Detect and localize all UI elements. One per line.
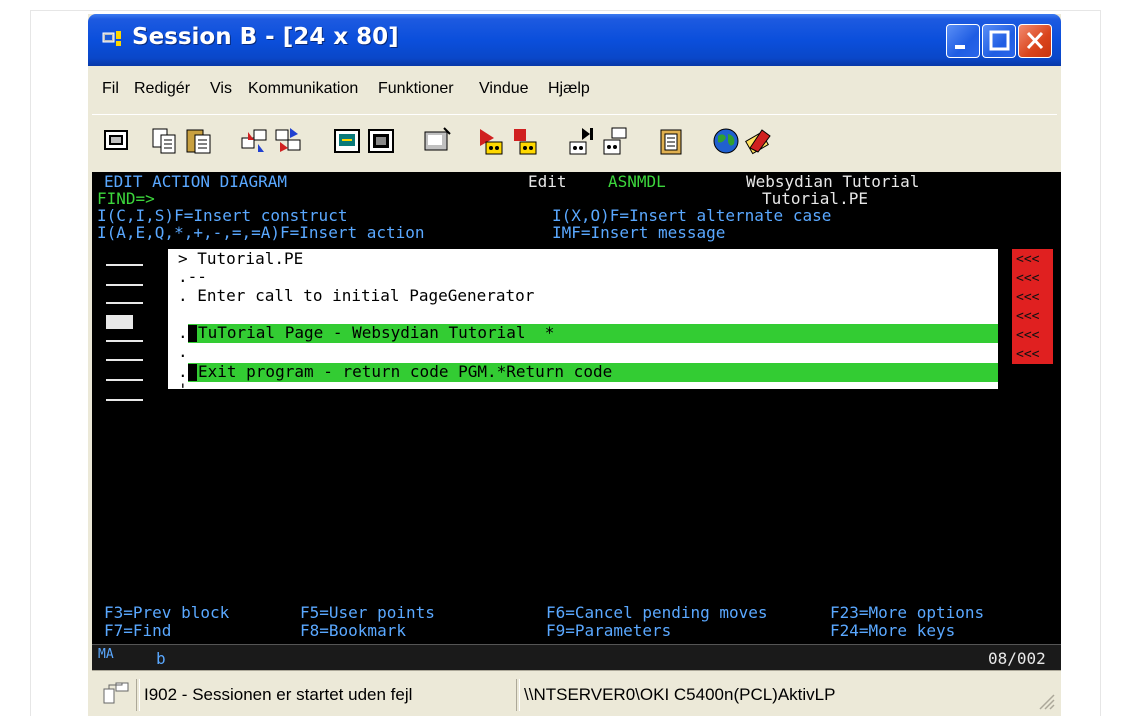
dot-marker: . — [178, 362, 188, 381]
record-icon[interactable] — [366, 126, 396, 156]
divider — [30, 10, 31, 716]
oia-session-id: b — [156, 649, 166, 668]
window-title: Session B - [24 x 80] — [132, 24, 399, 50]
fkey-f7[interactable]: F7=Find — [104, 623, 171, 639]
menu-bar: Fil Redigér Vis Kommunikation Funktioner… — [92, 68, 1057, 108]
screen-title: EDIT ACTION DIAGRAM — [104, 172, 288, 191]
mode-indicator: Edit — [528, 172, 567, 191]
line-command-field[interactable] — [106, 399, 143, 401]
model-name: ASNMDL — [608, 172, 666, 191]
line-command-field[interactable] — [106, 264, 143, 266]
maximize-button[interactable] — [982, 24, 1016, 58]
line-command-field[interactable] — [106, 302, 143, 304]
diagram-line[interactable]: .-- — [178, 269, 207, 285]
divider — [30, 10, 1100, 11]
diagram-line[interactable]: > Tutorial.PE — [178, 251, 303, 267]
session-window: Session B - [24 x 80] Fil Redigér Vis Ko… — [88, 14, 1061, 716]
terminal-screen[interactable]: EDIT ACTION DIAGRAM Edit ASNMDL Websydia… — [92, 172, 1061, 644]
marker-arrows: <<< — [1016, 309, 1040, 324]
connection-icon — [103, 682, 129, 704]
diagram-line[interactable]: '-- — [178, 382, 207, 398]
cursor-position: 08/002 — [988, 649, 1046, 668]
status-bar: I902 - Sessionen er startet uden fejl \\… — [92, 670, 1061, 716]
menu-rediger[interactable]: Redigér — [134, 80, 190, 98]
web-icon[interactable] — [712, 126, 742, 156]
stop-macro-icon[interactable] — [510, 126, 540, 156]
marker-arrows: <<< — [1016, 271, 1040, 286]
session-app-icon[interactable] — [102, 29, 124, 49]
minimize-icon — [955, 45, 965, 49]
close-icon — [1026, 31, 1044, 50]
menu-kommunikation[interactable]: Kommunikation — [248, 80, 358, 98]
diagram-line[interactable]: Exit program - return code PGM.*Return c… — [198, 364, 612, 380]
operator-info-area: MA b 08/002 — [92, 644, 1061, 671]
resize-grip-icon[interactable] — [1036, 691, 1056, 711]
fkey-f23[interactable]: F23=More options — [830, 605, 984, 621]
line-command-field[interactable] — [106, 379, 143, 381]
help-insert-action: I(A,E,Q,*,+,-,=,=A)F=Insert action — [97, 223, 425, 242]
line-command-field[interactable] — [106, 284, 143, 286]
divider — [1100, 10, 1101, 716]
print-icon[interactable] — [600, 126, 630, 156]
menu-hjaelp[interactable]: Hjælp — [548, 80, 590, 98]
diagram-line[interactable]: . Enter call to initial PageGenerator — [178, 288, 534, 304]
cursor — [106, 315, 133, 329]
help-insert-message: IMF=Insert message — [552, 223, 726, 242]
marker-arrows: <<< — [1016, 252, 1040, 267]
fkey-f6[interactable]: F6=Cancel pending moves — [546, 605, 768, 621]
help-insert-construct: I(C,I,S)F=Insert construct — [97, 206, 348, 225]
printer-status: \\NTSERVER0\OKI C5400n(PCL)AktivLP — [524, 685, 836, 704]
display-session-icon[interactable] — [102, 126, 132, 156]
edit-icon[interactable] — [744, 126, 774, 156]
fkey-f9[interactable]: F9=Parameters — [546, 623, 671, 639]
cursor-block — [188, 325, 197, 342]
find-field[interactable]: FIND=> — [97, 191, 155, 207]
fkey-f5[interactable]: F5=User points — [300, 605, 435, 621]
play-macro-icon[interactable] — [476, 126, 506, 156]
menu-vis[interactable]: Vis — [210, 80, 232, 98]
marker-arrows: <<< — [1016, 328, 1040, 343]
minimize-button[interactable] — [946, 24, 980, 58]
status-separator — [516, 679, 520, 711]
marker-arrows: <<< — [1016, 347, 1040, 362]
toolbar — [92, 114, 1057, 174]
send-icon[interactable] — [240, 126, 270, 156]
title-bar[interactable]: Session B - [24 x 80] — [88, 14, 1061, 66]
macro-icon[interactable] — [332, 126, 362, 156]
line-command-field[interactable] — [106, 359, 143, 361]
maximize-icon — [989, 30, 1010, 51]
object-name: Tutorial.PE — [762, 189, 868, 208]
line-command-field[interactable] — [106, 340, 143, 342]
diagram-line[interactable]: . — [178, 344, 188, 360]
menu-vindue[interactable]: Vindue — [479, 80, 529, 98]
paste-icon[interactable] — [184, 126, 214, 156]
copy-icon[interactable] — [150, 126, 180, 156]
cursor-block — [188, 364, 197, 381]
application-name: Websydian Tutorial — [746, 172, 920, 191]
fkey-f24[interactable]: F24=More keys — [830, 623, 955, 639]
menu-funktioner[interactable]: Funktioner — [378, 80, 454, 98]
marker-arrows: <<< — [1016, 290, 1040, 305]
clipboard-icon[interactable] — [656, 126, 686, 156]
receive-icon[interactable] — [274, 126, 304, 156]
diagram-line[interactable]: TuTorial Page - Websydian Tutorial * — [198, 325, 554, 341]
help-insert-alternate: I(X,O)F=Insert alternate case — [552, 206, 832, 225]
keyboard-map-icon[interactable] — [422, 126, 452, 156]
fkey-f8[interactable]: F8=Bookmark — [300, 623, 406, 639]
close-button[interactable] — [1018, 24, 1052, 58]
fkey-f3[interactable]: F3=Prev block — [104, 605, 229, 621]
status-message: I902 - Sessionen er startet uden fejl — [144, 685, 413, 704]
dot-marker: . — [178, 323, 188, 342]
menu-fil[interactable]: Fil — [102, 80, 119, 98]
print-screen-icon[interactable] — [566, 126, 596, 156]
oia-status: MA — [98, 647, 114, 662]
status-separator — [136, 679, 140, 711]
